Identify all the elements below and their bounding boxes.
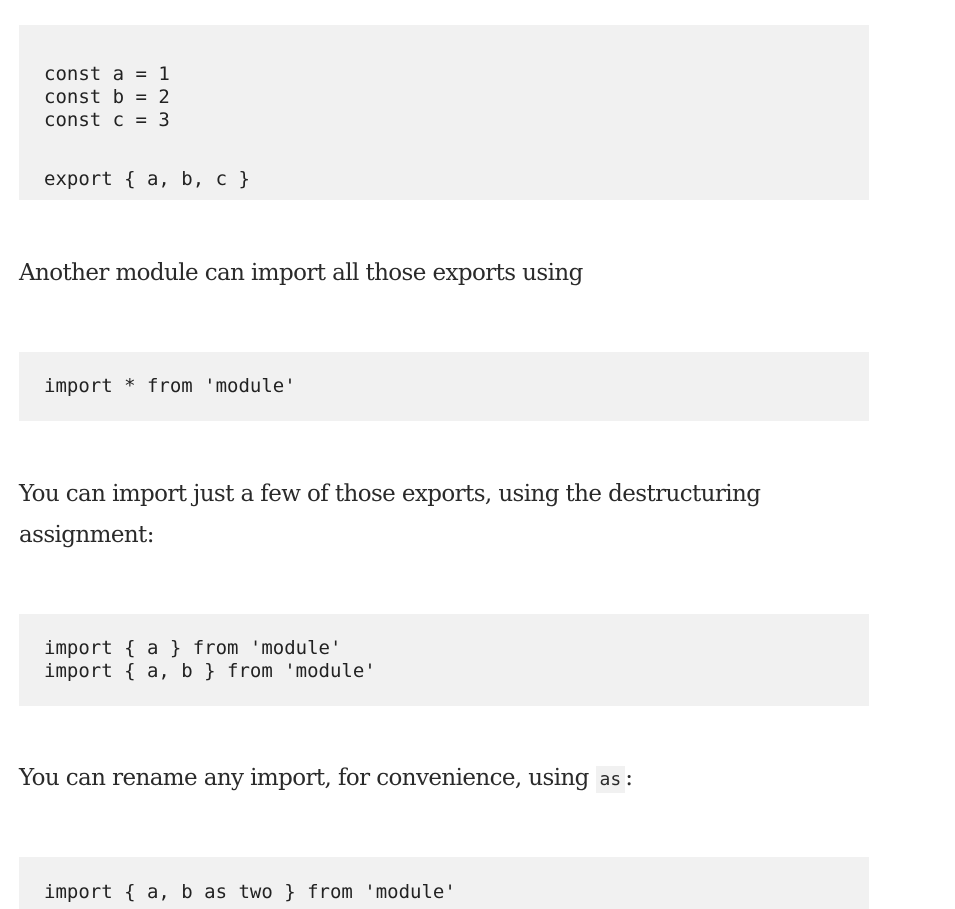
code-line: export { a, b, c } xyxy=(44,168,250,190)
paragraph-suffix: : xyxy=(625,765,633,791)
code-block-exports: const a = 1 const b = 2 const c = 3 export … xyxy=(19,25,869,200)
paragraph-text: You can rename any import, for convenien… xyxy=(19,765,596,791)
code-line: const b = 2 xyxy=(44,86,170,108)
paragraph-import-destructuring: You can import just a few of those expor… xyxy=(19,481,761,548)
code-line: const a = 1 xyxy=(44,63,170,85)
paragraph-rename-import: You can rename any import, for convenien… xyxy=(19,758,819,800)
code-block-import-destructuring: import { a } from 'module' import { a, b … xyxy=(19,614,869,706)
code-line: import * from 'module' xyxy=(44,375,296,397)
code-block-import-rename: import { a, b as two } from 'module' xyxy=(19,857,869,909)
paragraph-import-all: Another module can import all those expo… xyxy=(19,260,583,286)
inline-code-as: as xyxy=(595,766,626,793)
article-page: const a = 1 const b = 2 const c = 3 export … xyxy=(0,0,955,909)
code-block-import-all: import * from 'module' xyxy=(19,352,869,421)
code-line: const c = 3 xyxy=(44,109,170,131)
code-line: import { a } from 'module' xyxy=(44,637,342,659)
code-line: import { a, b } from 'module' xyxy=(44,660,376,682)
code-line: import { a, b as two } from 'module' xyxy=(44,881,456,903)
